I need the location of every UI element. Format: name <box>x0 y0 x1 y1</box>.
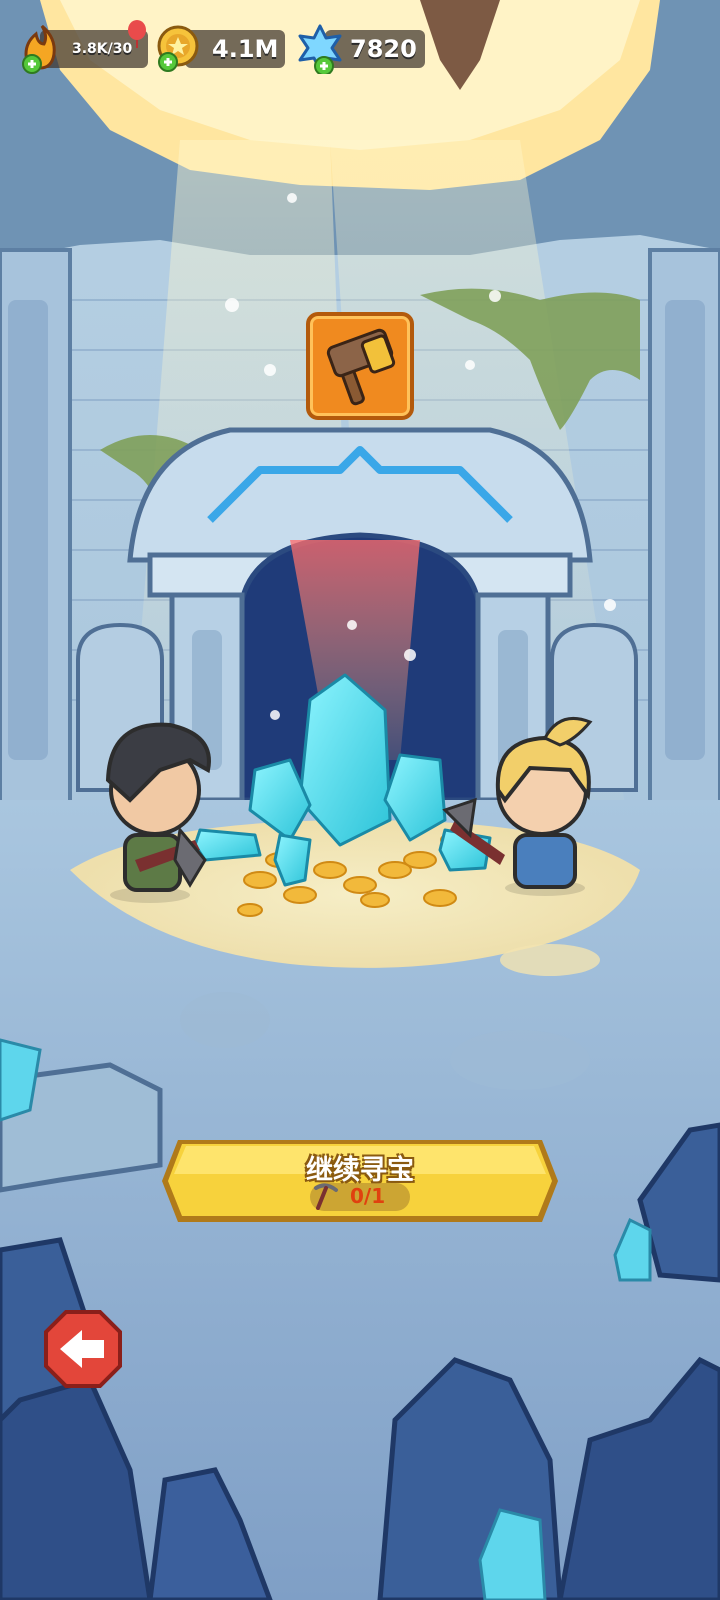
gems-value: 7820 <box>350 35 417 63</box>
blue-crystal-icon <box>298 24 342 74</box>
back-arrow-icon <box>44 1310 122 1388</box>
flame-icon <box>22 24 56 74</box>
reward-hammer-card[interactable] <box>306 312 414 420</box>
game-screen: 3.8K/30 4.1M 7820 继续寻宝 0/1 <box>0 0 720 1600</box>
pickaxe-icon <box>314 1183 338 1210</box>
gold-coin-icon <box>157 25 199 72</box>
back-button[interactable] <box>42 1308 124 1390</box>
continue-button-label: 继续寻宝 <box>306 1155 414 1186</box>
pickaxe-count: 0/1 <box>350 1184 386 1208</box>
gold-value: 4.1M <box>212 35 279 63</box>
continue-treasure-button[interactable]: 继续寻宝 0/1 <box>160 1136 560 1226</box>
energy-value: 3.8K/30 <box>72 41 133 57</box>
hammer-icon <box>326 328 396 406</box>
balloon-icon <box>128 20 146 48</box>
miner-left <box>105 722 211 903</box>
